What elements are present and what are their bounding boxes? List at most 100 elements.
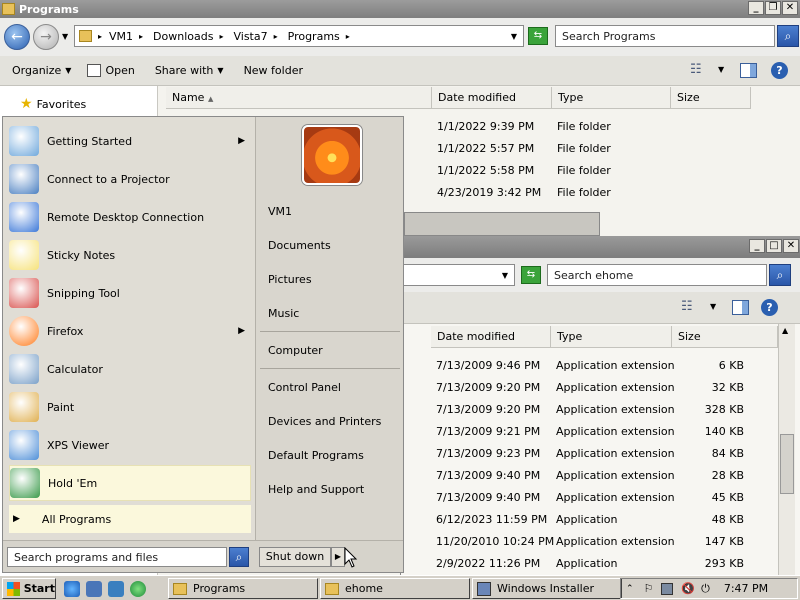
- organize-button[interactable]: Organize ▼: [0, 64, 79, 77]
- start-item-vm1[interactable]: VM1: [268, 205, 292, 218]
- address-dropdown-icon[interactable]: ▼: [511, 32, 517, 41]
- media-player-icon[interactable]: [130, 581, 146, 597]
- windows-logo-icon: [7, 581, 20, 596]
- column-header-type[interactable]: Type: [551, 326, 672, 348]
- user-avatar[interactable]: [302, 125, 362, 185]
- help-icon[interactable]: ?: [761, 299, 778, 316]
- row-type: Application: [556, 557, 618, 570]
- search-icon[interactable]: ⌕: [777, 25, 799, 47]
- start-item-default-programs[interactable]: Default Programs: [268, 449, 364, 462]
- views-icon[interactable]: ☷: [681, 299, 693, 314]
- maximize-button[interactable]: □: [766, 239, 782, 253]
- start-item-music[interactable]: Music: [268, 307, 299, 320]
- start-item-paint[interactable]: Paint: [9, 389, 251, 425]
- row-date: 7/13/2009 9:46 PM: [436, 359, 541, 372]
- start-item-calculator[interactable]: Calculator: [9, 351, 251, 387]
- back-button[interactable]: ←: [4, 24, 30, 50]
- close-button[interactable]: ✕: [783, 239, 799, 253]
- start-item-documents[interactable]: Documents: [268, 239, 331, 252]
- row-size: 328 KB: [704, 403, 744, 416]
- start-item-control-panel[interactable]: Control Panel: [268, 381, 341, 394]
- show-desktop-icon[interactable]: [108, 581, 124, 597]
- start-item-hold-em[interactable]: Hold 'Em: [9, 465, 251, 501]
- address-bar[interactable]: ▸ VM1 ▸ Downloads ▸ Vista7 ▸ Programs ▸ ▼: [74, 25, 524, 47]
- column-header-size[interactable]: Size: [672, 326, 778, 348]
- column-header-name[interactable]: Name ▲: [166, 87, 432, 109]
- taskbar-button-windows-installer[interactable]: Windows Installer: [472, 578, 622, 599]
- show-hidden-icons-icon[interactable]: ⌃: [626, 584, 634, 594]
- views-dropdown-icon[interactable]: ▼: [710, 302, 716, 311]
- taskbar-button-programs[interactable]: Programs: [168, 578, 318, 599]
- start-item-pictures[interactable]: Pictures: [268, 273, 312, 286]
- row-size: 84 KB: [711, 447, 744, 460]
- column-header-type[interactable]: Type: [552, 87, 671, 109]
- minimize-button[interactable]: _: [748, 1, 764, 15]
- start-item-devices-and-printers[interactable]: Devices and Printers: [268, 415, 381, 428]
- breadcrumb-vm1[interactable]: VM1 ▸: [104, 30, 148, 43]
- start-item-sticky-notes[interactable]: Sticky Notes: [9, 237, 251, 273]
- command-bar: Organize ▼ Open Share with ▼ New folder ☷ …: [0, 56, 800, 86]
- breadcrumb-separator-icon: ▸: [98, 31, 103, 41]
- search-icon[interactable]: ⌕: [769, 264, 791, 286]
- shutdown-button[interactable]: Shut down: [259, 547, 331, 567]
- network-icon[interactable]: [661, 582, 674, 595]
- start-item-help-and-support[interactable]: Help and Support: [268, 483, 364, 496]
- breadcrumb-vista7[interactable]: Vista7 ▸: [228, 30, 282, 43]
- breadcrumb-downloads[interactable]: Downloads ▸: [148, 30, 228, 43]
- search-input[interactable]: Search ehome: [547, 264, 767, 286]
- explorer-icon[interactable]: [86, 581, 102, 597]
- shutdown-options-icon[interactable]: ▶: [331, 547, 345, 567]
- arrow-right-icon: ▶: [13, 514, 20, 524]
- background-window-edge[interactable]: [404, 212, 600, 236]
- help-icon[interactable]: ?: [771, 62, 788, 79]
- scrollbar-thumb[interactable]: [780, 434, 794, 494]
- minimize-button[interactable]: _: [749, 239, 765, 253]
- forward-button[interactable]: →: [33, 24, 59, 50]
- window-titlebar[interactable]: _ □ ✕: [401, 236, 800, 258]
- start-button[interactable]: Start: [2, 578, 56, 599]
- start-item-xps-viewer[interactable]: XPS Viewer: [9, 427, 251, 463]
- address-dropdown-icon[interactable]: ▼: [502, 271, 508, 280]
- start-item-getting-started[interactable]: Getting Started ▶: [9, 123, 251, 159]
- row-date: 7/13/2009 9:21 PM: [436, 425, 541, 438]
- new-folder-button[interactable]: New folder: [232, 64, 311, 77]
- start-item-firefox[interactable]: Firefox ▶: [9, 313, 251, 349]
- taskbar-button-ehome[interactable]: ehome: [320, 578, 470, 599]
- start-item-snipping-tool[interactable]: Snipping Tool: [9, 275, 251, 311]
- start-item-connect-to-a-projector[interactable]: Connect to a Projector: [9, 161, 251, 197]
- internet-explorer-icon[interactable]: [64, 581, 80, 597]
- restore-button[interactable]: ❐: [765, 1, 781, 15]
- search-input[interactable]: Search Programs: [555, 25, 775, 47]
- start-menu-programs-pane: Getting Started ▶ Connect to a Projector Re…: [3, 117, 255, 540]
- refresh-icon[interactable]: ⇆: [528, 27, 548, 45]
- column-header-date[interactable]: Date modified: [432, 87, 552, 109]
- action-center-flag-icon[interactable]: ⚐: [644, 582, 654, 595]
- views-dropdown-icon[interactable]: ▼: [718, 65, 724, 74]
- start-search-input[interactable]: Search programs and files: [7, 547, 227, 567]
- all-programs-button[interactable]: ▶ All Programs: [9, 505, 251, 533]
- share-with-button[interactable]: Share with ▼: [143, 64, 232, 77]
- address-bar[interactable]: ▼: [401, 264, 515, 286]
- open-button[interactable]: Open: [79, 64, 142, 77]
- vertical-scrollbar[interactable]: ▲: [778, 324, 795, 575]
- views-icon[interactable]: ☷: [690, 62, 702, 77]
- start-item-computer[interactable]: Computer: [268, 344, 323, 357]
- refresh-icon[interactable]: ⇆: [521, 266, 541, 284]
- column-header-size[interactable]: Size: [671, 87, 751, 109]
- recent-pages-dropdown-icon[interactable]: ▼: [62, 32, 68, 41]
- volume-muted-icon[interactable]: 🔇: [681, 582, 695, 595]
- sidebar-item-favorites[interactable]: ★ Favorites: [20, 96, 86, 112]
- window-titlebar[interactable]: Programs _ ❐ ✕: [0, 0, 800, 18]
- search-icon[interactable]: ⌕: [229, 547, 249, 567]
- preview-pane-icon[interactable]: [732, 300, 749, 315]
- scroll-up-icon[interactable]: ▲: [782, 326, 788, 335]
- power-icon[interactable]: ⏻: [701, 582, 710, 596]
- preview-pane-icon[interactable]: [740, 63, 757, 78]
- breadcrumb-programs[interactable]: Programs ▸: [283, 30, 355, 43]
- row-date: 2/9/2022 11:26 PM: [436, 557, 541, 570]
- start-item-remote-desktop-connection[interactable]: Remote Desktop Connection: [9, 199, 251, 235]
- row-date: 1/1/2022 5:57 PM: [437, 142, 535, 155]
- clock[interactable]: 7:47 PM: [724, 582, 768, 595]
- column-header-date[interactable]: Date modified: [431, 326, 551, 348]
- close-button[interactable]: ✕: [782, 1, 798, 15]
